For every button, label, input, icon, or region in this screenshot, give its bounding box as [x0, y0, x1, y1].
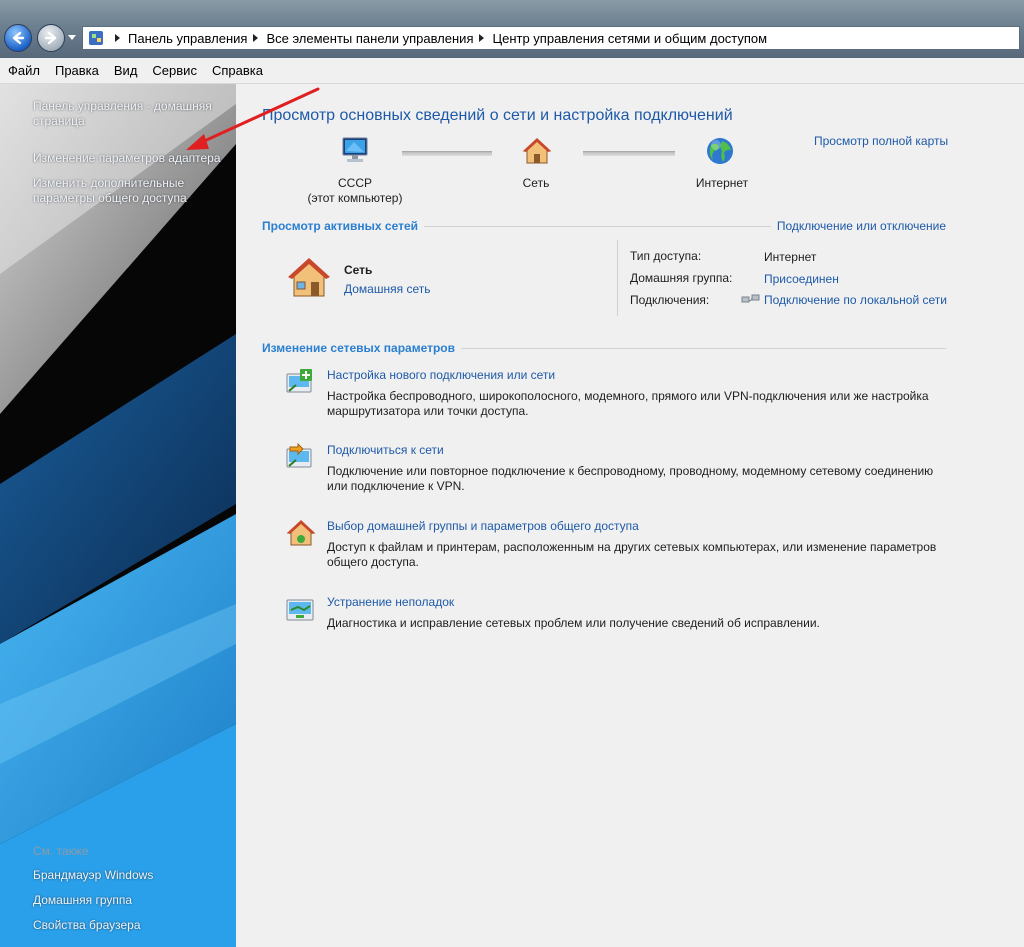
map-network-label: Сеть: [522, 176, 550, 190]
menu-bar: Файл Правка Вид Сервис Справка: [0, 58, 1024, 84]
access-type-label: Тип доступа:: [630, 249, 702, 263]
menu-edit[interactable]: Правка: [47, 63, 106, 78]
breadcrumb-separator: [479, 34, 485, 42]
map-connection-line: [583, 151, 675, 156]
change-settings-header: Изменение сетевых параметров: [262, 341, 946, 355]
map-internet-label: Интернет: [695, 176, 749, 190]
breadcrumb-control-panel[interactable]: Панель управления: [128, 31, 247, 46]
house-network-icon[interactable]: [521, 136, 553, 166]
change-settings-heading: Изменение сетевых параметров: [262, 341, 456, 355]
homegroup-sharing-link[interactable]: Выбор домашней группы и параметров общег…: [327, 519, 639, 533]
map-computer-subtitle: (этот компьютер): [307, 191, 403, 205]
map-computer-name: СССР: [337, 176, 372, 190]
menu-view[interactable]: Вид: [106, 63, 145, 78]
map-connection-line: [402, 151, 492, 156]
troubleshoot-description: Диагностика и исправление сетевых пробле…: [327, 616, 820, 630]
troubleshoot-icon: [286, 599, 314, 621]
homegroup-icon: [286, 520, 316, 546]
computer-icon[interactable]: [340, 136, 372, 166]
sidebar-homegroup-link[interactable]: Домашняя группа: [33, 893, 228, 908]
history-dropdown-icon[interactable]: [68, 35, 76, 41]
active-network-name: Сеть: [344, 263, 373, 277]
breadcrumb-separator: [253, 34, 259, 42]
control-panel-icon: [89, 31, 103, 45]
back-button[interactable]: [4, 24, 32, 52]
full-map-link[interactable]: Просмотр полной карты: [814, 134, 948, 148]
connect-disconnect-link[interactable]: Подключение или отключение: [777, 219, 946, 233]
sidebar-sharing-settings-link[interactable]: Изменить дополнительные параметры общего…: [33, 176, 228, 206]
vertical-divider: [617, 240, 618, 316]
sidebar-adapter-settings-link[interactable]: Изменение параметров адаптера: [33, 151, 228, 166]
breadcrumb-all-items[interactable]: Все элементы панели управления: [266, 31, 473, 46]
access-type-value: Интернет: [764, 250, 817, 264]
section-divider: [461, 347, 946, 349]
active-networks-header: Просмотр активных сетей Подключение или …: [262, 219, 946, 233]
connect-network-icon: [286, 443, 312, 468]
menu-help[interactable]: Справка: [204, 63, 270, 78]
main-content: Просмотр основных сведений о сети и наст…: [236, 84, 1024, 947]
homegroup-value-link[interactable]: Присоединен: [764, 272, 839, 286]
home-network-icon: [288, 258, 330, 297]
network-type-link[interactable]: Домашняя сеть: [344, 282, 430, 296]
section-divider: [424, 225, 771, 227]
task-pane: Панель управления - домашняя страница Из…: [0, 84, 236, 947]
arrow-left-icon: [12, 31, 25, 45]
sidebar-home-link[interactable]: Панель управления - домашняя страница: [33, 99, 228, 129]
globe-icon[interactable]: [704, 136, 736, 166]
forward-button[interactable]: [37, 24, 65, 52]
sidebar-browser-properties-link[interactable]: Свойства браузера: [33, 918, 228, 933]
connect-network-link[interactable]: Подключиться к сети: [327, 443, 444, 457]
local-connection-link[interactable]: Подключение по локальной сети: [764, 293, 947, 307]
see-also-heading: См. также: [33, 844, 89, 858]
ethernet-cable-icon: [741, 294, 760, 303]
page-title: Просмотр основных сведений о сети и наст…: [262, 107, 733, 124]
address-bar[interactable]: Панель управления Все элементы панели уп…: [82, 26, 1020, 50]
setup-connection-link[interactable]: Настройка нового подключения или сети: [327, 368, 555, 382]
setup-connection-description: Настройка беспроводного, широкополосного…: [327, 389, 929, 418]
connect-network-description: Подключение или повторное подключение к …: [327, 464, 934, 493]
breadcrumb-separator: [115, 34, 120, 42]
homegroup-sharing-description: Доступ к файлам и принтерам, расположенн…: [327, 540, 937, 569]
active-networks-heading: Просмотр активных сетей: [262, 219, 419, 233]
troubleshoot-link[interactable]: Устранение неполадок: [327, 595, 454, 609]
new-connection-icon: [286, 369, 312, 393]
homegroup-label: Домашняя группа:: [630, 271, 733, 285]
window-titlebar: Панель управления Все элементы панели уп…: [0, 0, 1024, 58]
sidebar-firewall-link[interactable]: Брандмауэр Windows: [33, 868, 228, 883]
connections-label: Подключения:: [630, 293, 710, 307]
breadcrumb-network-center[interactable]: Центр управления сетями и общим доступом: [492, 31, 767, 46]
sidebar-background: [0, 84, 236, 947]
menu-file[interactable]: Файл: [0, 63, 47, 78]
arrow-right-icon: [44, 31, 57, 45]
menu-tools[interactable]: Сервис: [144, 63, 204, 78]
